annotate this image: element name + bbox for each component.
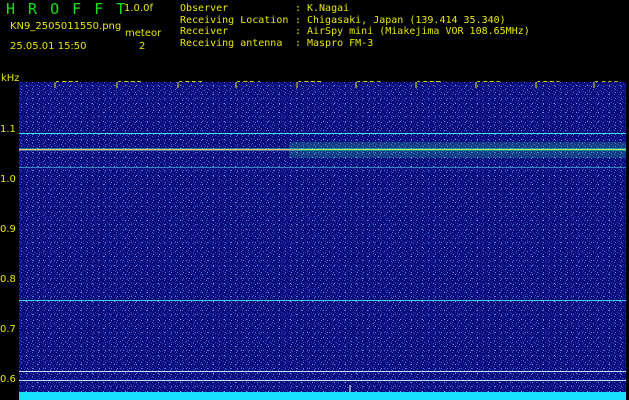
app-title: H R O F F T xyxy=(6,0,128,18)
spectrogram-plot xyxy=(19,82,626,400)
spectrogram-canvas xyxy=(19,82,626,400)
timestamp-label: 25.05.01 15:50 xyxy=(10,41,87,52)
noise-overlay xyxy=(19,82,626,400)
y-tick-label: 0.9 xyxy=(0,224,16,235)
version-label: 1.0.0f xyxy=(124,3,153,14)
y-tick-label: 1.1 xyxy=(0,124,16,135)
info-label: Receiver xyxy=(180,26,229,37)
carrier-noise-cluster xyxy=(289,142,626,158)
station-info: Observer: K.Nagai Receiving Location: Chig… xyxy=(180,3,530,49)
info-value: Chigasaki, Japan (139.414 35.340) xyxy=(307,14,506,26)
count-label: 2 xyxy=(139,41,146,52)
info-label: Receiving Location xyxy=(180,14,289,26)
info-label: Receiving antenna xyxy=(180,37,283,49)
y-tick-label: 0.8 xyxy=(0,274,16,285)
info-label: Observer xyxy=(180,3,229,14)
mode-label: meteor xyxy=(125,28,162,39)
filename-label: KN9_2505011550.png xyxy=(10,21,122,32)
info-separator: : xyxy=(295,26,302,37)
signal-level-bar xyxy=(19,392,626,400)
header-panel: H R O F F T 1.0.0f KN9_2505011550.png me… xyxy=(0,0,629,76)
info-row-location: Receiving Location: Chigasaki, Japan (139… xyxy=(180,15,530,27)
info-separator: : xyxy=(295,14,302,26)
info-value: Maspro FM-3 xyxy=(307,37,374,49)
y-tick-label: 0.7 xyxy=(0,324,16,335)
info-value: AirSpy mini (Miakejima VOR 108.65MHz) xyxy=(307,26,530,37)
info-separator: : xyxy=(295,37,302,49)
y-tick-label: 1.0 xyxy=(0,174,16,185)
info-row-observer: Observer: K.Nagai xyxy=(180,3,530,15)
info-row-antenna: Receiving antenna: Maspro FM-3 xyxy=(180,38,530,50)
y-tick-label: 0.6 xyxy=(0,374,16,385)
info-separator: : xyxy=(295,3,302,14)
y-unit-label: kHz xyxy=(1,73,20,84)
info-value: K.Nagai xyxy=(307,3,350,14)
info-row-receiver: Receiver: AirSpy mini (Miakejima VOR 108.… xyxy=(180,26,530,38)
